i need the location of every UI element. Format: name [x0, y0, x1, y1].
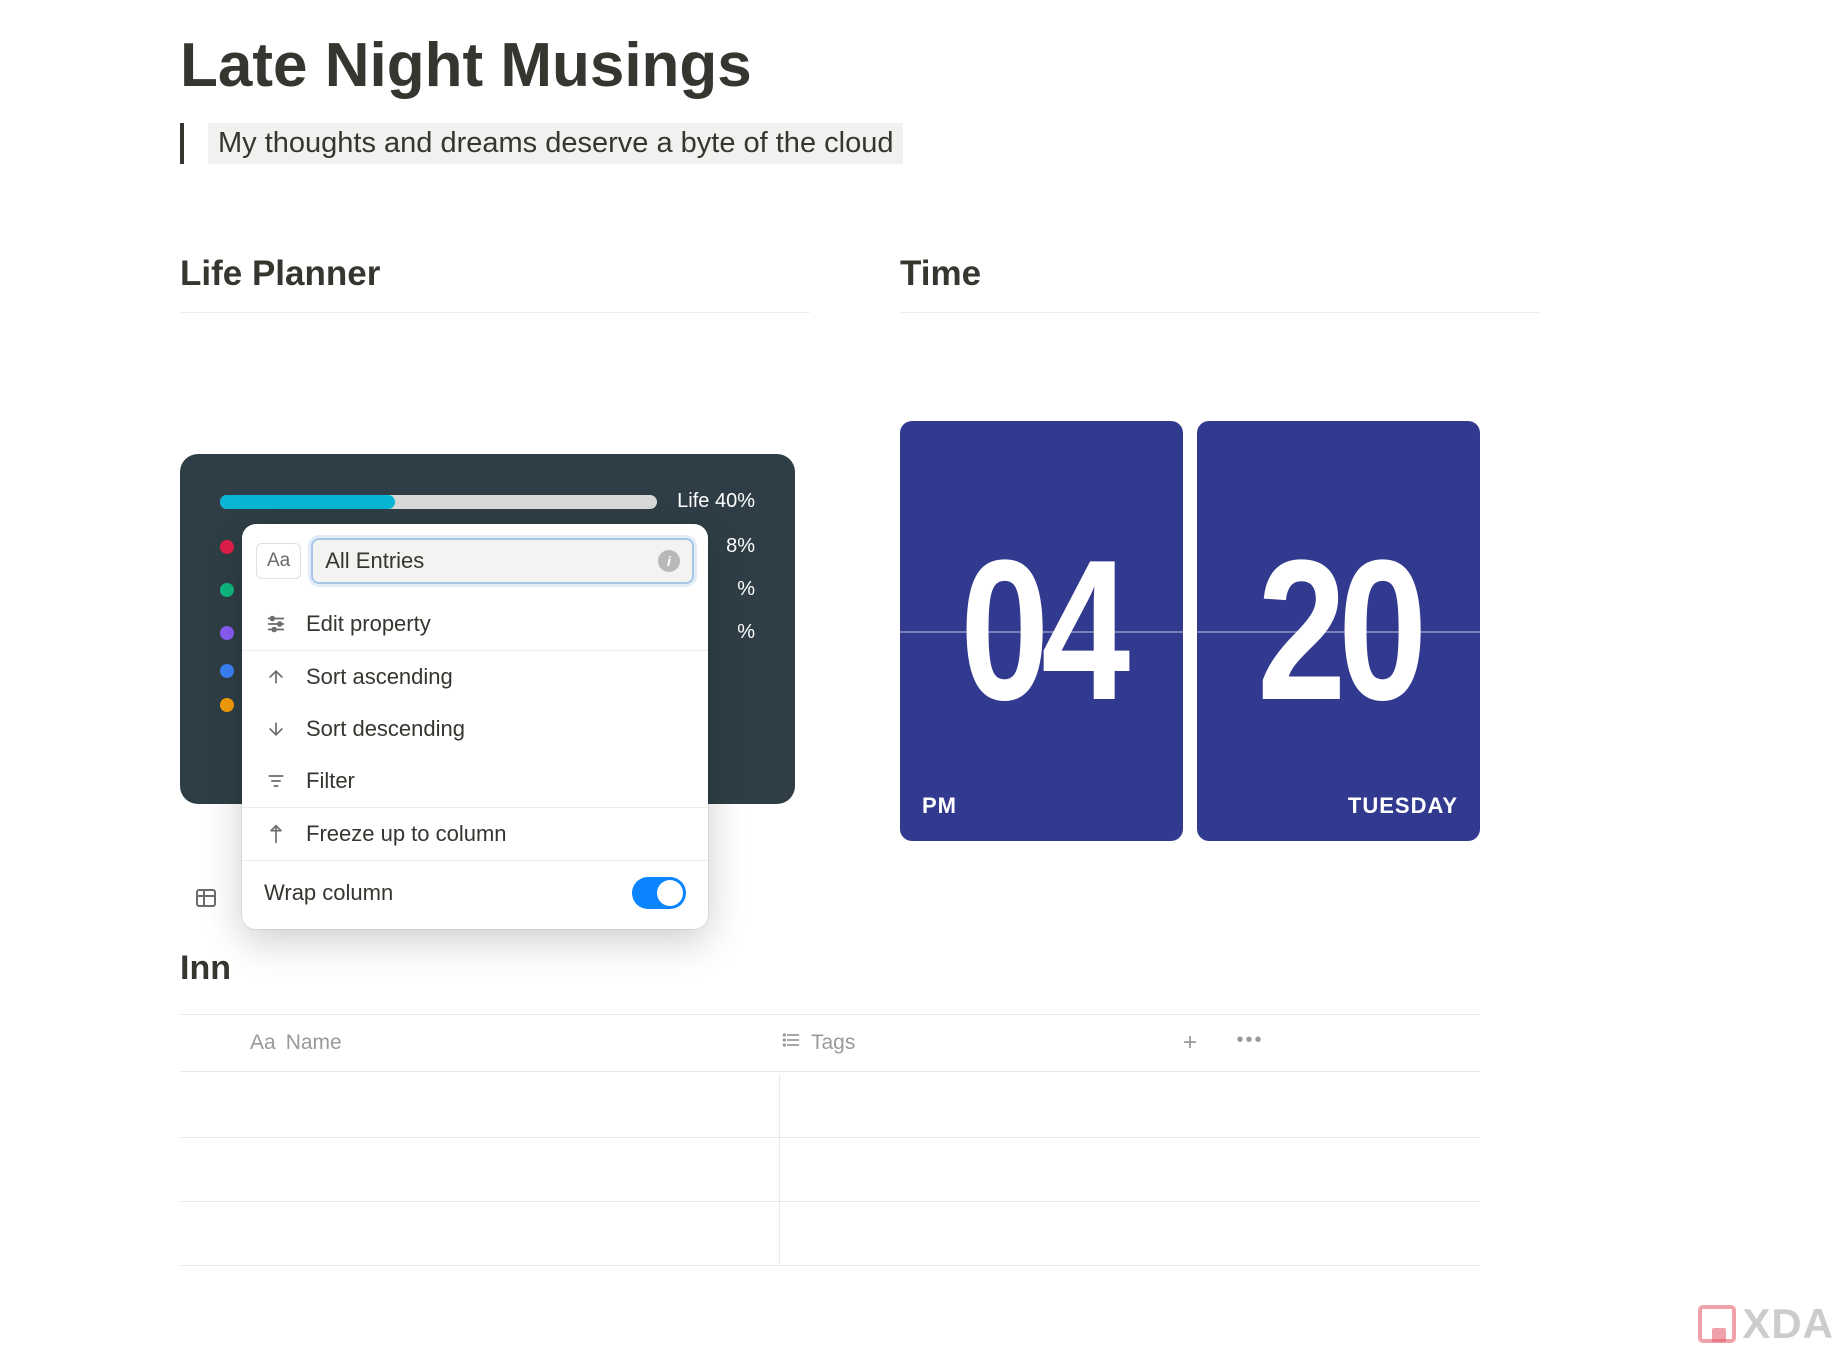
arrow-up-icon	[264, 667, 288, 687]
time-column: Time 04 PM 20 TUESDAY	[900, 254, 1540, 841]
menu-item-edit-property[interactable]: Edit property	[242, 598, 708, 650]
flip-clock: 04 PM 20 TUESDAY	[900, 421, 1540, 841]
table-row[interactable]	[180, 1074, 1480, 1138]
life-progress-track	[220, 495, 657, 509]
pin-icon	[264, 824, 288, 844]
column-context-menu: Aa All Entries i Edit property	[242, 524, 708, 929]
menu-item-wrap-column[interactable]: Wrap column	[242, 861, 708, 929]
table-row[interactable]	[180, 1138, 1480, 1202]
property-type-badge[interactable]: Aa	[256, 543, 301, 579]
text-property-icon: Aa	[250, 1031, 276, 1055]
wrap-toggle[interactable]	[632, 877, 686, 909]
toggle-thumb	[657, 880, 683, 906]
column-name-header[interactable]: Aa Name	[180, 1029, 780, 1057]
page-title: Late Night Musings	[180, 30, 1654, 101]
time-heading: Time	[900, 254, 1540, 313]
list-icon	[781, 1030, 801, 1056]
sliders-icon	[264, 613, 288, 635]
menu-item-filter[interactable]: Filter	[242, 755, 708, 807]
subtitle-text[interactable]: My thoughts and dreams deserve a byte of…	[208, 123, 903, 164]
life-progress-fill	[220, 495, 395, 509]
info-icon[interactable]: i	[658, 550, 680, 572]
add-column-button[interactable]: +	[1160, 1029, 1220, 1057]
more-columns-button[interactable]: •••	[1220, 1029, 1280, 1057]
table-row[interactable]	[180, 1202, 1480, 1266]
menu-item-freeze-column[interactable]: Freeze up to column	[242, 808, 708, 860]
category-dot	[220, 583, 234, 597]
day-label: TUESDAY	[1348, 793, 1458, 819]
filter-icon	[264, 771, 288, 791]
inbox-title: Inn	[180, 949, 231, 988]
table-icon	[194, 886, 218, 915]
table-column-header: Aa Name Tags + •••	[180, 1014, 1480, 1072]
property-name-input[interactable]: All Entries i	[311, 538, 694, 584]
category-dot	[220, 540, 234, 554]
menu-item-sort-ascending[interactable]: Sort ascending	[242, 651, 708, 703]
column-tags-header[interactable]: Tags	[780, 1029, 1160, 1057]
xda-watermark: XDA	[1698, 1300, 1834, 1348]
arrow-down-icon	[264, 719, 288, 739]
subtitle-quote-block: My thoughts and dreams deserve a byte of…	[180, 123, 1654, 164]
life-progress-label: Life 40%	[677, 490, 755, 513]
flip-clock-minute: 20 TUESDAY	[1197, 421, 1480, 841]
xda-logo-icon	[1698, 1305, 1736, 1343]
meridiem-label: PM	[922, 793, 957, 819]
menu-item-sort-descending[interactable]: Sort descending	[242, 703, 708, 755]
life-planner-heading: Life Planner	[180, 254, 810, 313]
life-planner-column: Life Planner Life 40% 8% % % Aa	[180, 254, 810, 841]
flip-clock-hour: 04 PM	[900, 421, 1183, 841]
category-dot	[220, 664, 234, 678]
category-dot	[220, 698, 234, 712]
category-dot	[220, 626, 234, 640]
table-body	[180, 1074, 1480, 1266]
